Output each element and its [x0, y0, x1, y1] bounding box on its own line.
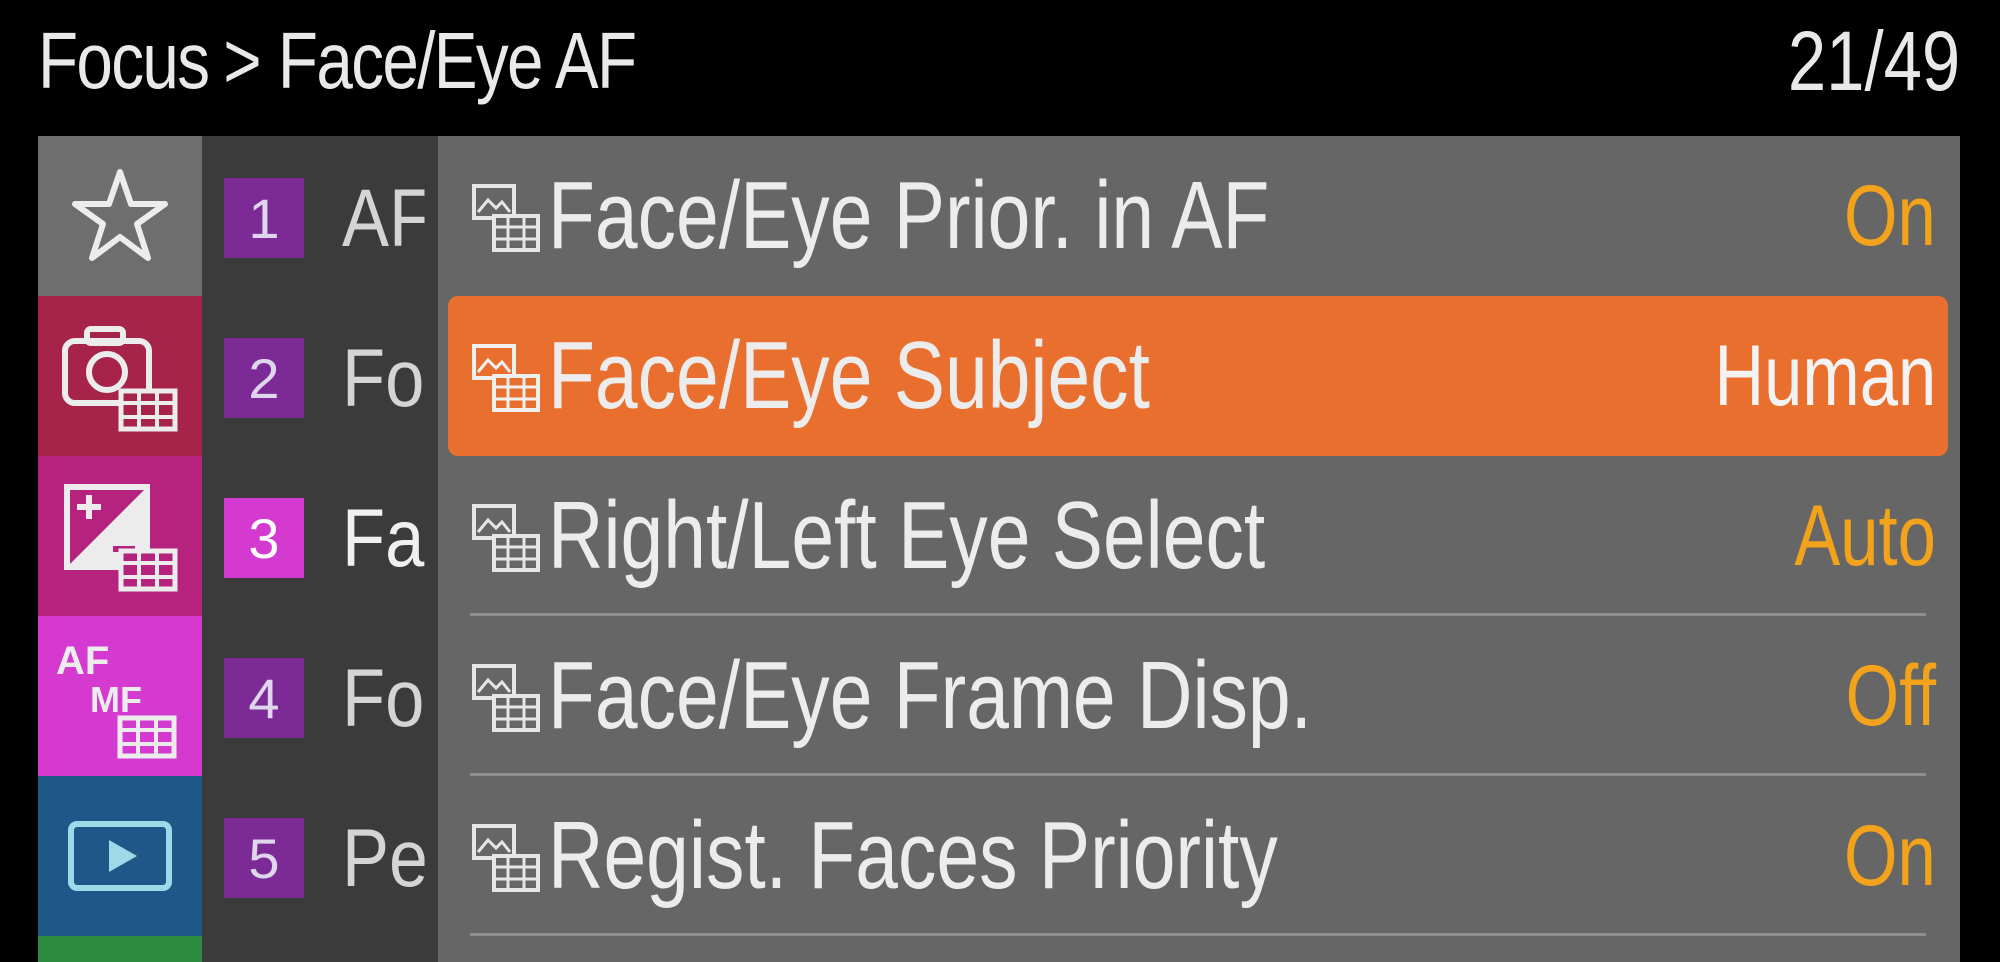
menu-item-value: Auto	[1794, 487, 1936, 584]
subcategory-number: 5	[224, 818, 304, 898]
subcategory-number: 4	[224, 658, 304, 738]
subcategory-number: 3	[224, 498, 304, 578]
menu-item-value: Human	[1714, 327, 1936, 424]
page-counter: 21/49	[1787, 13, 1960, 108]
playback-icon	[68, 821, 172, 891]
still-movie-icon	[472, 344, 540, 412]
breadcrumb-current: Face/Eye AF	[277, 16, 637, 105]
menu-item-value: On	[1844, 167, 1936, 264]
subcategory-label: Fa	[342, 493, 425, 584]
category-tab-focus[interactable]: AF MF	[38, 616, 202, 776]
subcategory-label: Fo	[342, 653, 425, 744]
category-tab-my-menu[interactable]	[38, 136, 202, 296]
menu-item-label: Right/Left Eye Select	[548, 482, 1266, 589]
menu-item-right-left-eye-select[interactable]: Right/Left Eye Select Auto	[448, 456, 1948, 616]
category-tabs: AF MF	[38, 136, 202, 962]
category-tab-exposure-color[interactable]	[38, 456, 202, 616]
menu-list: Face/Eye Prior. in AF On Face/Eye Subjec…	[438, 136, 1960, 962]
star-icon	[72, 169, 168, 261]
breadcrumb: Focus > Face/Eye AF	[38, 6, 637, 116]
menu-item-label: Face/Eye Subject	[548, 322, 1150, 429]
subcategory-label: Pe	[342, 813, 425, 904]
category-tab-network[interactable]	[38, 936, 202, 962]
camera-movie-icon	[62, 326, 178, 432]
af-label: AF	[56, 639, 109, 683]
breadcrumb-separator: >	[223, 16, 261, 105]
menu-item-value: Off	[1845, 647, 1936, 744]
subcategory-number: 1	[224, 178, 304, 258]
subcategory-item-5[interactable]: 5 Pe	[202, 776, 438, 936]
subcategory-item-2[interactable]: 2 Fo	[202, 296, 438, 456]
category-tab-shooting[interactable]	[38, 296, 202, 456]
menu-item-label: Face/Eye Frame Disp.	[548, 642, 1312, 749]
subcategory-item-1[interactable]: 1 AF	[202, 136, 438, 296]
mf-label: MF	[90, 679, 142, 720]
still-movie-icon	[472, 504, 540, 572]
menu-header: Focus > Face/Eye AF 21/49	[0, 0, 2000, 120]
menu-item-regist-faces-priority[interactable]: Regist. Faces Priority On	[448, 776, 1948, 936]
subcategory-label: AF	[342, 173, 425, 264]
menu-item-face-eye-prior-in-af[interactable]: Face/Eye Prior. in AF On	[448, 136, 1948, 296]
still-movie-icon	[472, 664, 540, 732]
row-divider	[470, 933, 1926, 936]
breadcrumb-parent: Focus	[38, 16, 210, 105]
menu-item-face-eye-subject[interactable]: Face/Eye Subject Human	[448, 296, 1948, 456]
menu-item-label: Face/Eye Prior. in AF	[548, 162, 1270, 269]
af-mf-movie-icon: AF MF	[56, 639, 177, 759]
still-movie-icon	[472, 824, 540, 892]
subcategory-item-3[interactable]: 3 Fa	[202, 456, 438, 616]
category-tab-playback[interactable]	[38, 776, 202, 936]
subcategory-item-4[interactable]: 4 Fo	[202, 616, 438, 776]
still-movie-icon	[472, 184, 540, 252]
menu-item-value: On	[1844, 807, 1936, 904]
subcategory-number: 2	[224, 338, 304, 418]
exposure-comp-movie-icon	[64, 484, 178, 592]
subcategory-list: 1 AF 2 Fo 3 Fa 4 Fo 5 Pe	[202, 136, 438, 962]
menu-item-label: Regist. Faces Priority	[548, 802, 1278, 909]
menu-item-face-eye-frame-disp[interactable]: Face/Eye Frame Disp. Off	[448, 616, 1948, 776]
subcategory-label: Fo	[342, 333, 425, 424]
